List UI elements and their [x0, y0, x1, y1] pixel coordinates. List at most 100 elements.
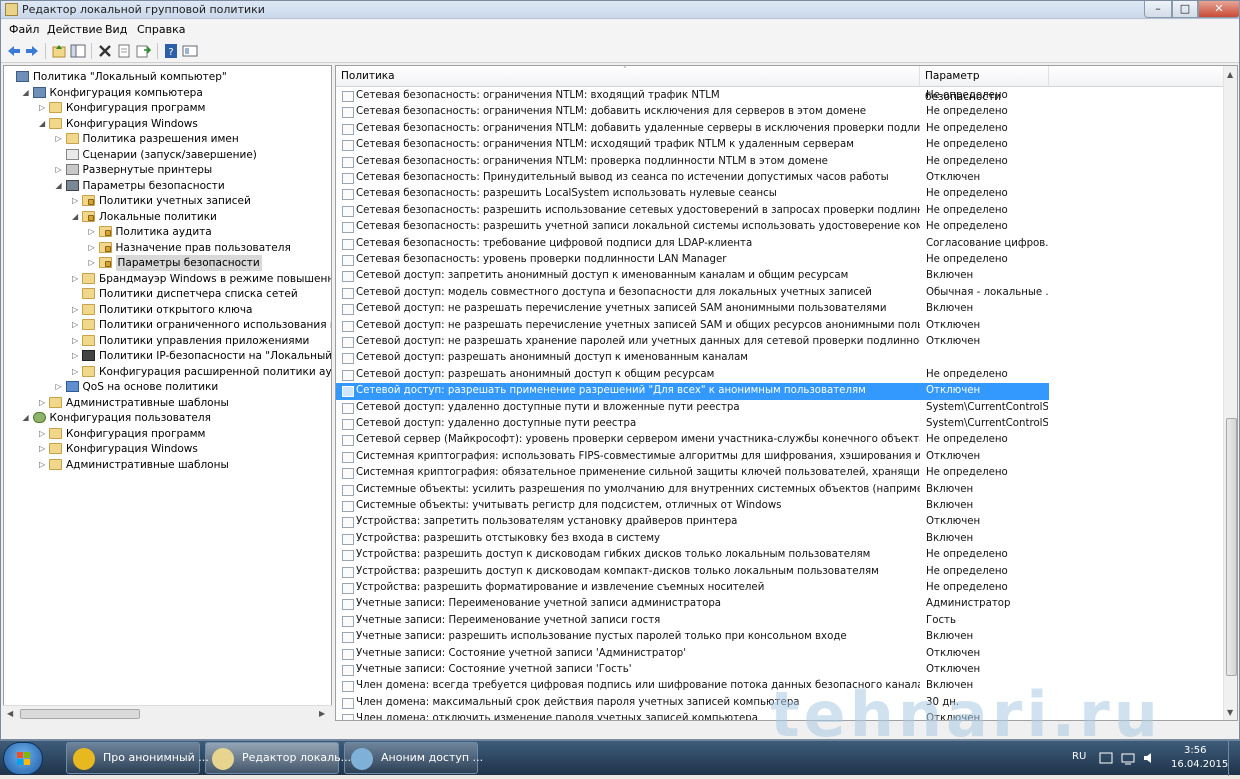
title-bar[interactable]: Редактор локальной групповой политики – … [1, 1, 1240, 19]
policy-row[interactable]: Сетевая безопасность: разрешить LocalSys… [336, 186, 1049, 202]
policy-row[interactable]: Сетевая безопасность: ограничения NTLM: … [336, 104, 1049, 120]
forward-icon[interactable] [24, 43, 40, 59]
export-icon[interactable] [135, 43, 151, 59]
tree-node[interactable]: ▷ Параметры безопасности [4, 255, 331, 271]
policy-row[interactable]: Сетевая безопасность: уровень проверки п… [336, 252, 1049, 268]
policy-row[interactable]: Сетевая безопасность: ограничения NTLM: … [336, 121, 1049, 137]
tree-node[interactable]: ◢ Локальные политики [4, 209, 331, 225]
policy-row[interactable]: Системные объекты: усилить разрешения по… [336, 482, 1049, 498]
tree-node[interactable]: ▷ Конфигурация расширенной политики аудит… [4, 364, 331, 380]
tree-node[interactable]: ▷ Развернутые принтеры [4, 162, 331, 178]
tree-node[interactable]: Политика "Локальный компьютер" [4, 69, 331, 85]
show-tree-icon[interactable] [70, 43, 86, 59]
collapse-arrow-icon[interactable]: ◢ [72, 209, 81, 225]
policy-row[interactable]: Сетевой доступ: разрешать применение раз… [336, 383, 1049, 400]
scroll-thumb[interactable] [20, 709, 140, 719]
policy-row[interactable]: Устройства: разрешить отстыковку без вхо… [336, 531, 1049, 547]
tree-node[interactable]: ▷ Политика разрешения имен [4, 131, 331, 147]
tree-node[interactable]: ▷ Конфигурация программ [4, 100, 331, 116]
tree-node[interactable]: ▷ Политики ограниченного использования пр… [4, 317, 331, 333]
expand-arrow-icon[interactable]: ▷ [72, 193, 81, 209]
menu-action[interactable]: Действие [47, 23, 102, 36]
policy-row[interactable]: Учетные записи: разрешить использование … [336, 629, 1049, 645]
tree-node[interactable]: ▷ Брандмауэр Windows в режиме повышенной … [4, 271, 331, 287]
start-button[interactable] [3, 742, 43, 775]
expand-arrow-icon[interactable]: ▷ [56, 162, 65, 178]
collapse-arrow-icon[interactable]: ◢ [56, 178, 65, 194]
tree-node[interactable]: ▷ Политика аудита [4, 224, 331, 240]
clock-time[interactable]: 3:56 [1184, 745, 1206, 756]
language-indicator[interactable]: RU [1072, 751, 1086, 762]
tree-node[interactable]: ◢ Конфигурация Windows [4, 116, 331, 132]
policy-row[interactable]: Сетевой доступ: не разрешать перечислени… [336, 301, 1049, 317]
help-icon[interactable]: ? [163, 43, 179, 59]
tree-node[interactable]: ▷ Назначение прав пользователя [4, 240, 331, 256]
tree-node[interactable]: ▷ Административные шаблоны [4, 457, 331, 473]
policy-row[interactable]: Сетевой доступ: удаленно доступные пути … [336, 400, 1049, 416]
column-setting[interactable]: Параметр безопасности [920, 66, 1049, 103]
expand-arrow-icon[interactable]: ▷ [39, 441, 48, 457]
policy-row[interactable]: Сетевой доступ: разрешать анонимный дост… [336, 367, 1049, 383]
policy-row[interactable]: Сетевая безопасность: Принудительный выв… [336, 170, 1049, 186]
policy-row[interactable]: Сетевой сервер (Майкрософт): уровень про… [336, 432, 1049, 448]
menu-file[interactable]: Файл [9, 23, 39, 36]
taskbar-button[interactable]: Аноним доступ ... [344, 742, 483, 774]
tree-node[interactable]: ▷ Политики открытого ключа [4, 302, 331, 318]
policy-row[interactable]: Системная криптография: обязательное при… [336, 465, 1049, 481]
scroll-up-icon[interactable]: ▲ [1227, 70, 1233, 79]
policy-row[interactable]: Сетевая безопасность: ограничения NTLM: … [336, 154, 1049, 170]
policy-row[interactable]: Сетевой доступ: удаленно доступные пути … [336, 416, 1049, 432]
policy-row[interactable]: Учетные записи: Состояние учетной записи… [336, 662, 1049, 678]
tree-node[interactable]: ▷ Административные шаблоны [4, 395, 331, 411]
tree-node[interactable]: ▷ QoS на основе политики [4, 379, 331, 395]
up-icon[interactable] [51, 43, 67, 59]
policy-row[interactable]: Учетные записи: Переименование учетной з… [336, 596, 1049, 612]
policy-row[interactable]: Сетевая безопасность: ограничения NTLM: … [336, 88, 1049, 104]
taskbar-button[interactable]: Редактор локаль... [205, 742, 351, 774]
properties-icon[interactable] [116, 43, 132, 59]
expand-arrow-icon[interactable]: ▷ [72, 302, 81, 318]
taskbar-button[interactable]: Про анонимный ... [66, 742, 209, 774]
expand-arrow-icon[interactable]: ▷ [72, 271, 81, 287]
expand-arrow-icon[interactable]: ▷ [56, 379, 65, 395]
expand-arrow-icon[interactable]: ▷ [39, 395, 48, 411]
scroll-left-icon[interactable]: ◀ [7, 709, 13, 718]
policy-row[interactable]: Сетевой доступ: разрешать анонимный дост… [336, 350, 1049, 366]
policy-row[interactable]: Устройства: разрешить форматирование и и… [336, 580, 1049, 596]
tree-node[interactable]: ▷ Конфигурация программ [4, 426, 331, 442]
tree-node[interactable]: Политики диспетчера списка сетей [4, 286, 331, 302]
clock-date[interactable]: 16.04.2015 [1171, 759, 1228, 770]
collapse-arrow-icon[interactable]: ◢ [39, 116, 48, 132]
scroll-thumb[interactable] [1226, 418, 1237, 676]
maximize-button[interactable]: □ [1172, 1, 1198, 18]
policy-row[interactable]: Сетевой доступ: не разрешать перечислени… [336, 318, 1049, 334]
tree-node[interactable]: ◢ Конфигурация пользователя [4, 410, 331, 426]
expand-arrow-icon[interactable]: ▷ [39, 457, 48, 473]
policy-row[interactable]: Сетевая безопасность: разрешить учетной … [336, 219, 1049, 235]
volume-icon[interactable] [1142, 751, 1156, 765]
back-icon[interactable] [6, 43, 22, 59]
policy-row[interactable]: Системные объекты: учитывать регистр для… [336, 498, 1049, 514]
tree-node[interactable]: ▷ Конфигурация Windows [4, 441, 331, 457]
scroll-down-icon[interactable]: ▼ [1227, 708, 1233, 717]
expand-arrow-icon[interactable]: ▷ [72, 348, 81, 364]
expand-arrow-icon[interactable]: ▷ [39, 426, 48, 442]
policy-row[interactable]: Сетевая безопасность: требование цифрово… [336, 236, 1049, 252]
expand-arrow-icon[interactable]: ▷ [89, 224, 98, 240]
expand-arrow-icon[interactable]: ▷ [39, 100, 48, 116]
tree-horizontal-scrollbar[interactable]: ◀ ▶ [3, 705, 332, 721]
policy-row[interactable]: Сетевой доступ: запретить анонимный дост… [336, 268, 1049, 284]
policy-row[interactable]: Учетные записи: Состояние учетной записи… [336, 646, 1049, 662]
collapse-arrow-icon[interactable]: ◢ [23, 85, 32, 101]
policy-row[interactable]: Устройства: разрешить доступ к дисковода… [336, 564, 1049, 580]
policy-row[interactable]: Устройства: запретить пользователям уста… [336, 514, 1049, 530]
expand-arrow-icon[interactable]: ▷ [89, 240, 98, 256]
tree-node[interactable]: ▷ Политики учетных записей [4, 193, 331, 209]
list-vertical-scrollbar[interactable]: ▲ ▼ [1223, 66, 1237, 720]
action-center-icon[interactable] [1099, 752, 1113, 764]
close-button[interactable]: ✕ [1198, 1, 1240, 18]
tree-node[interactable]: ◢ Параметры безопасности [4, 178, 331, 194]
policy-row[interactable]: Системная криптография: использовать FIP… [336, 449, 1049, 465]
show-desktop-button[interactable] [1228, 741, 1240, 776]
view-icon[interactable] [182, 43, 198, 59]
